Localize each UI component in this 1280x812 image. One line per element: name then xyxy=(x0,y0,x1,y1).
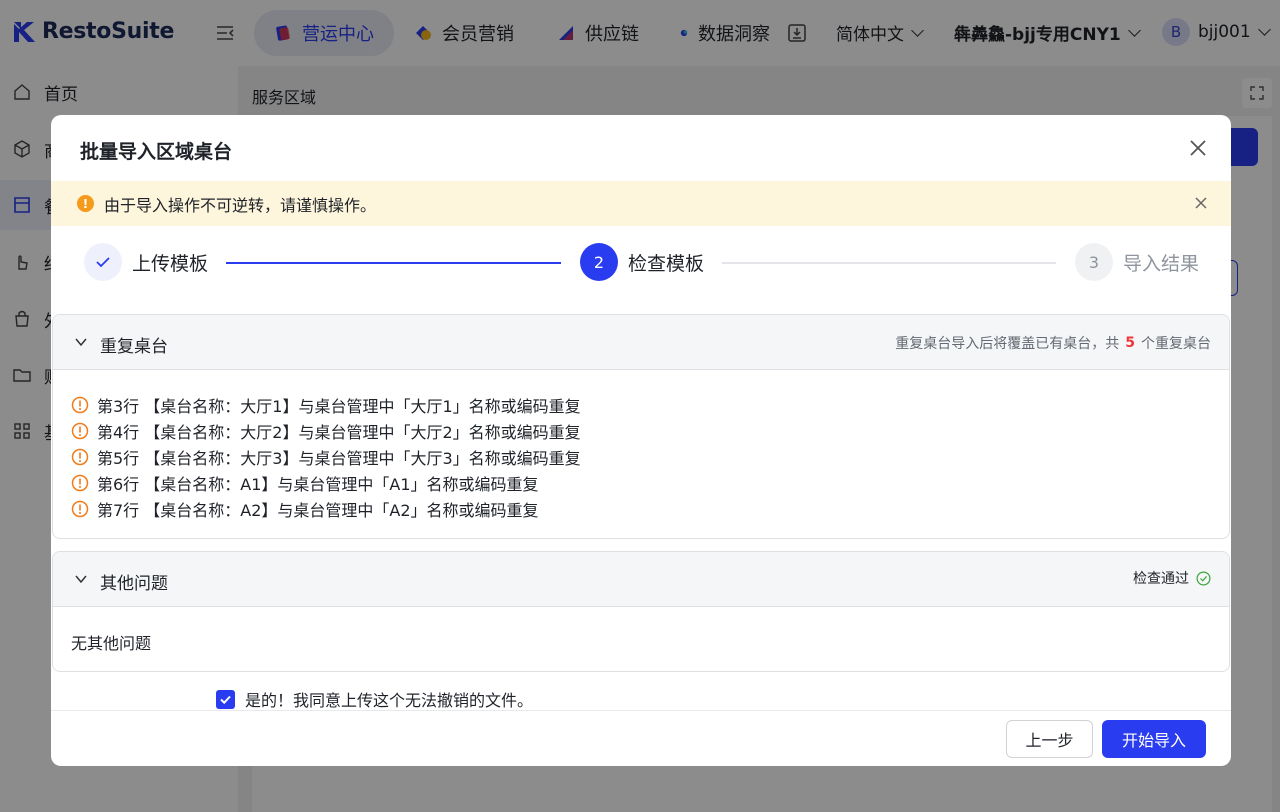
step-number: 2 xyxy=(580,243,618,281)
duplicate-tables-panel: 重复桌台 重复桌台导入后将覆盖已有桌台，共 5 个重复桌台 第3行 【桌台名称：… xyxy=(52,314,1230,539)
chevron-down-icon xyxy=(75,338,87,347)
warning-circle-icon xyxy=(71,474,89,492)
alert-text: 由于导入操作不可逆转，请谨慎操作。 xyxy=(104,195,377,215)
start-import-button[interactable]: 开始导入 xyxy=(1102,720,1206,758)
duplicate-panel-header[interactable]: 重复桌台 重复桌台导入后将覆盖已有桌台，共 5 个重复桌台 xyxy=(53,315,1229,370)
step-check-template: 2 检查模板 xyxy=(580,243,704,281)
duplicate-item: 第7行 【桌台名称：A2】与桌台管理中「A2」名称或编码重复 xyxy=(71,497,539,521)
duplicate-count: 5 xyxy=(1125,335,1135,351)
footer-divider xyxy=(51,710,1231,711)
agree-label: 是的！我同意上传这个无法撤销的文件。 xyxy=(245,691,534,710)
duplicate-item-text: 第4行 【桌台名称：大厅2】与桌台管理中「大厅2」名称或编码重复 xyxy=(97,423,581,442)
step-upload-template: 上传模板 xyxy=(84,243,208,281)
check-icon xyxy=(96,257,110,268)
previous-step-button[interactable]: 上一步 xyxy=(1006,720,1093,758)
duplicate-item-text: 第7行 【桌台名称：A2】与桌台管理中「A2」名称或编码重复 xyxy=(97,501,539,520)
check-status-text: 检查通过 xyxy=(1133,571,1189,587)
other-panel-header[interactable]: 其他问题 检查通过 xyxy=(53,552,1229,607)
step-import-result: 3 导入结果 xyxy=(1075,243,1199,281)
close-icon[interactable] xyxy=(1187,137,1209,159)
check-icon xyxy=(220,695,231,704)
panel-title: 重复桌台 xyxy=(100,337,168,357)
summary-prefix: 重复桌台导入后将覆盖已有桌台，共 xyxy=(895,336,1120,352)
no-other-issues-text: 无其他问题 xyxy=(71,634,152,653)
step-label: 导入结果 xyxy=(1123,252,1200,275)
chevron-down-icon xyxy=(75,575,87,584)
step-check-circle xyxy=(84,243,122,281)
warning-circle-icon xyxy=(71,448,89,466)
modal-title: 批量导入区域桌台 xyxy=(80,141,233,163)
warning-circle-icon xyxy=(71,396,89,414)
step-label: 上传模板 xyxy=(132,252,209,275)
check-circle-icon xyxy=(1196,571,1211,585)
duplicate-item-text: 第6行 【桌台名称：A1】与桌台管理中「A1」名称或编码重复 xyxy=(97,475,539,494)
duplicate-summary: 重复桌台导入后将覆盖已有桌台，共 5 个重复桌台 xyxy=(895,333,1211,353)
agree-checkbox-row[interactable]: 是的！我同意上传这个无法撤销的文件。 xyxy=(216,687,533,711)
step-connector-done xyxy=(226,262,561,264)
duplicate-item: 第6行 【桌台名称：A1】与桌台管理中「A1」名称或编码重复 xyxy=(71,471,539,495)
duplicate-item: 第5行 【桌台名称：大厅3】与桌台管理中「大厅3」名称或编码重复 xyxy=(71,445,581,469)
agree-checkbox[interactable] xyxy=(216,689,235,709)
warning-circle-icon xyxy=(71,500,89,518)
duplicate-item-text: 第5行 【桌台名称：大厅3】与桌台管理中「大厅3」名称或编码重复 xyxy=(97,449,581,468)
alert-close-icon[interactable] xyxy=(1193,195,1209,211)
panel-title: 其他问题 xyxy=(100,574,168,594)
other-issues-panel: 其他问题 检查通过 无其他问题 xyxy=(52,551,1230,672)
warning-alert: ! 由于导入操作不可逆转，请谨慎操作。 xyxy=(51,181,1231,226)
summary-suffix: 个重复桌台 xyxy=(1141,336,1211,352)
warning-circle-icon xyxy=(71,422,89,440)
step-connector-pending xyxy=(722,262,1056,264)
import-tables-modal: 批量导入区域桌台 ! 由于导入操作不可逆转，请谨慎操作。 上传模板 2 检查模板… xyxy=(51,115,1231,766)
duplicate-item: 第4行 【桌台名称：大厅2】与桌台管理中「大厅2」名称或编码重复 xyxy=(71,419,581,443)
step-label: 检查模板 xyxy=(628,252,705,275)
step-number: 3 xyxy=(1075,243,1113,281)
check-status: 检查通过 xyxy=(1133,568,1211,588)
duplicate-item-text: 第3行 【桌台名称：大厅1】与桌台管理中「大厅1」名称或编码重复 xyxy=(97,397,581,416)
warning-icon: ! xyxy=(77,195,94,212)
duplicate-item: 第3行 【桌台名称：大厅1】与桌台管理中「大厅1」名称或编码重复 xyxy=(71,393,581,417)
